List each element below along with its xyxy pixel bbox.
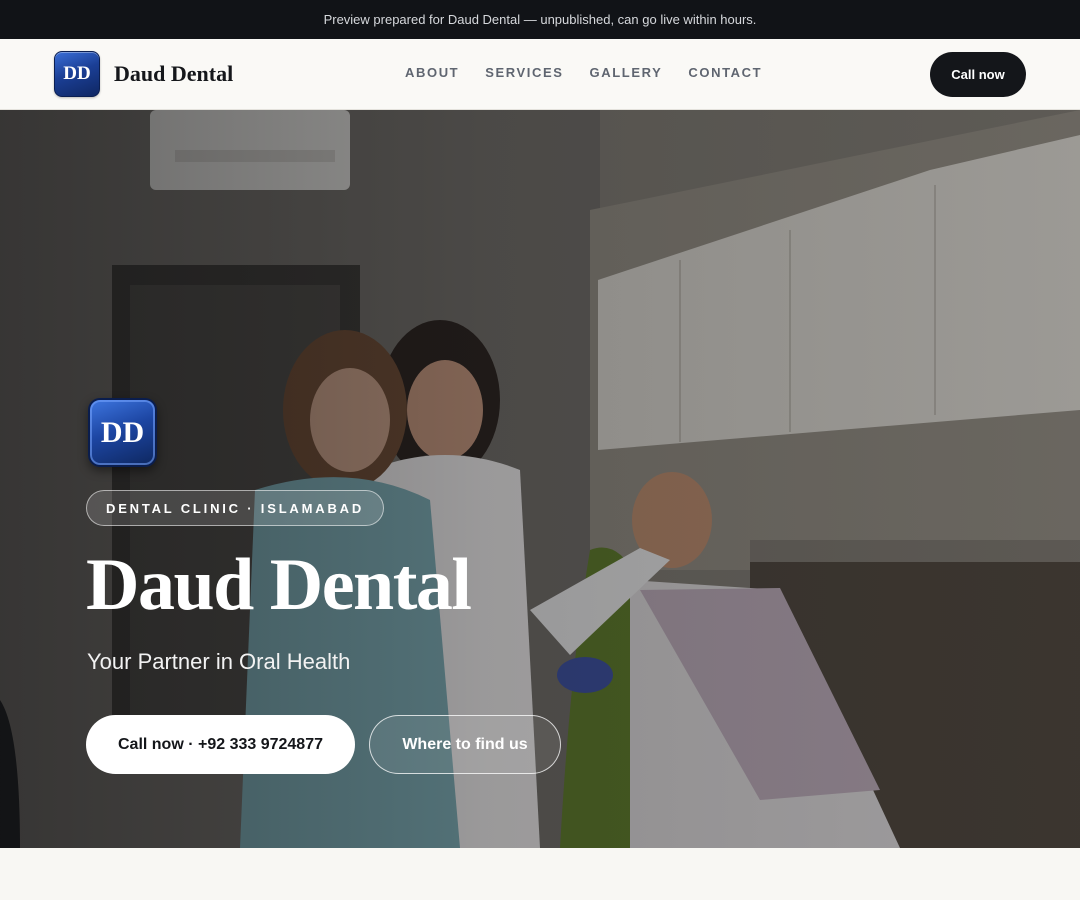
nav-gallery[interactable]: GALLERY bbox=[590, 65, 663, 80]
nav-contact[interactable]: CONTACT bbox=[688, 65, 762, 80]
hero-logo: DD bbox=[88, 398, 157, 467]
call-now-button[interactable]: Call now · +92 333 9724877 bbox=[86, 715, 355, 774]
header-call-button[interactable]: Call now bbox=[930, 52, 1026, 97]
find-us-button[interactable]: Where to find us bbox=[369, 715, 561, 774]
logo[interactable]: DD bbox=[54, 51, 100, 97]
logo-text: DD bbox=[63, 63, 91, 84]
preview-banner: Preview prepared for Daud Dental — unpub… bbox=[0, 0, 1080, 39]
clinic-location-badge: DENTAL CLINIC · ISLAMABAD bbox=[86, 490, 385, 526]
brand-name[interactable]: Daud Dental bbox=[114, 61, 233, 87]
nav-about[interactable]: ABOUT bbox=[405, 65, 459, 80]
site-header: DD Daud Dental ABOUT SERVICES GALLERY CO… bbox=[0, 39, 1080, 110]
hero-subtitle: Your Partner in Oral Health bbox=[87, 649, 351, 674]
hero-logo-text: DD bbox=[100, 415, 145, 449]
hero: DD DENTAL CLINIC · ISLAMABAD Daud Dental… bbox=[0, 110, 1080, 848]
clinic-location-text: DENTAL CLINIC · ISLAMABAD bbox=[106, 500, 365, 516]
nav-services[interactable]: SERVICES bbox=[485, 65, 563, 80]
preview-banner-text: Preview prepared for Daud Dental — unpub… bbox=[323, 12, 757, 27]
main-nav: ABOUT SERVICES GALLERY CONTACT bbox=[405, 65, 762, 80]
hero-title: Daud Dental bbox=[86, 544, 472, 626]
